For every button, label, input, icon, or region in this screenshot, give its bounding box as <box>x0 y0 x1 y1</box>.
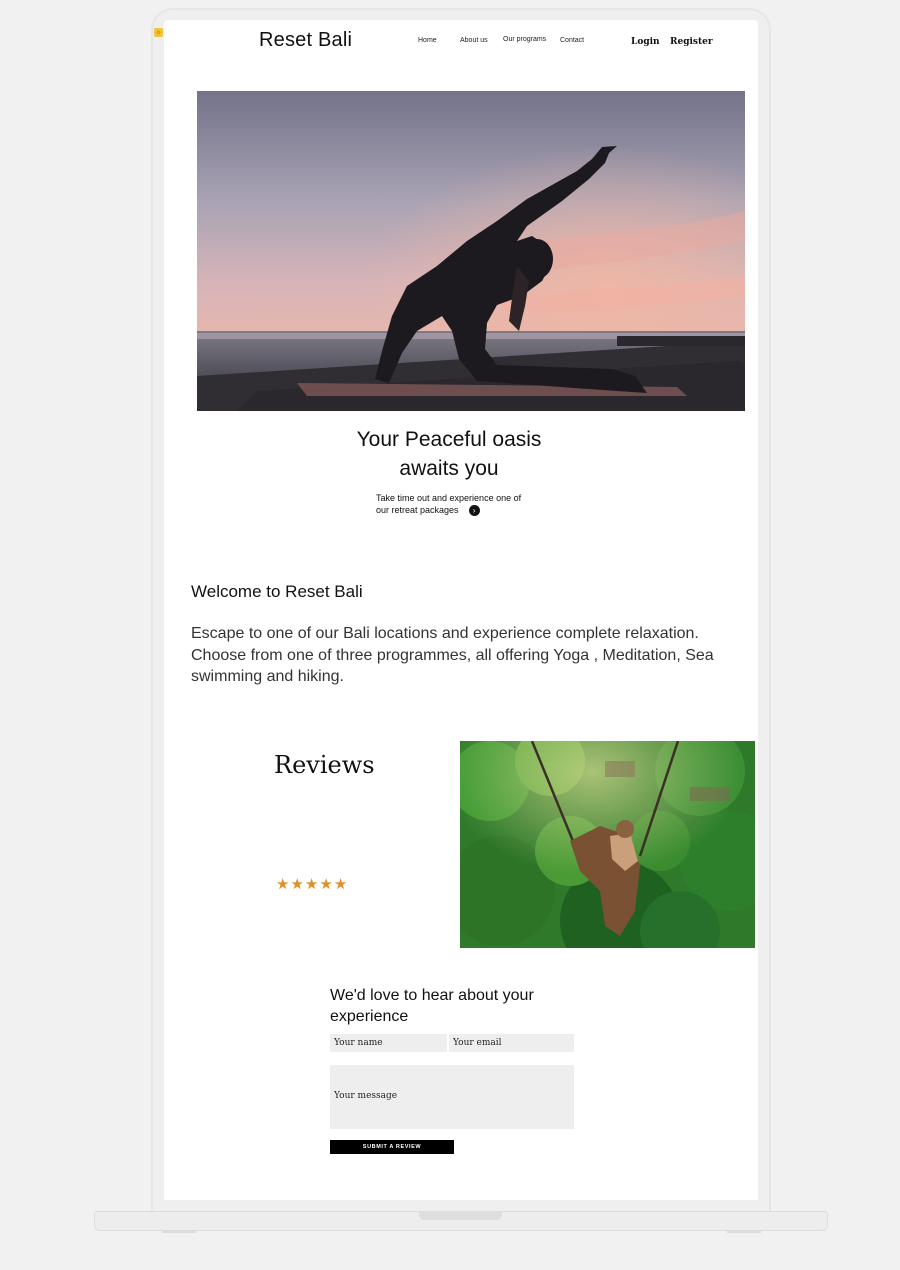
site-logo[interactable]: Reset Bali <box>259 29 352 52</box>
nav-contact[interactable]: Contact <box>560 37 584 44</box>
message-field[interactable] <box>330 1065 574 1129</box>
star-icon: ★ <box>290 876 304 893</box>
jungle-swing-image <box>460 741 755 948</box>
laptop-foot-right <box>727 1231 761 1233</box>
hero-subtitle: Take time out and experience one of our … <box>376 492 556 517</box>
laptop-foot-left <box>162 1231 196 1233</box>
star-icon: ★ <box>319 876 333 893</box>
reviews-title: Reviews <box>274 751 375 779</box>
hero-subtitle-line2-text: our retreat packages <box>376 505 459 515</box>
login-link[interactable]: Login <box>631 37 660 47</box>
hero-subtitle-line2: our retreat packages › <box>376 504 556 517</box>
website-screen: Reset Bali Home About us Our programs Co… <box>164 20 758 1200</box>
nav-home[interactable]: Home <box>418 37 437 44</box>
email-field[interactable] <box>449 1034 574 1052</box>
hero-title: Your Peaceful oasis awaits you <box>299 425 599 483</box>
nav-about-us[interactable]: About us <box>460 37 488 44</box>
laptop-notch <box>419 1211 502 1220</box>
star-icon: ★ <box>276 876 290 893</box>
chevron-right-icon[interactable]: › <box>468 505 480 517</box>
register-link[interactable]: Register <box>670 37 713 47</box>
submit-review-button[interactable]: SUBMIT A REVIEW <box>330 1140 454 1154</box>
welcome-title: Welcome to Reset Bali <box>191 582 363 601</box>
rating-stars: ★★★★★ <box>276 875 348 894</box>
hero-yoga-image <box>197 91 745 411</box>
hero-subtitle-line1: Take time out and experience one of <box>376 493 522 503</box>
hero-title-line2: awaits you <box>399 457 499 480</box>
review-form-title: We'd love to hear about your experience <box>330 987 534 1025</box>
welcome-text: Escape to one of our Bali locations and … <box>191 625 714 685</box>
star-icon: ★ <box>304 876 319 893</box>
star-icon: ★ <box>333 876 348 893</box>
nav-our-programs[interactable]: Our programs <box>503 36 546 43</box>
name-field[interactable] <box>330 1034 447 1052</box>
hero-title-line1: Your Peaceful oasis <box>356 428 542 451</box>
sun-icon: ☼ <box>154 28 163 37</box>
